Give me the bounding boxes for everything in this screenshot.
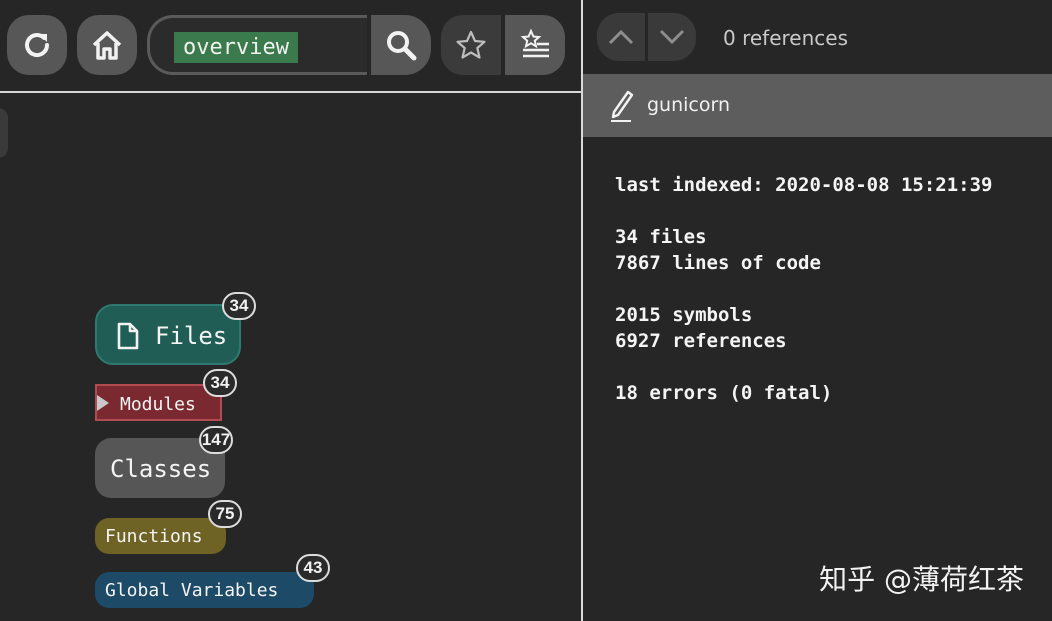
search-query: overview <box>174 32 298 63</box>
file-icon <box>117 322 139 350</box>
bookmark-button[interactable] <box>441 15 501 75</box>
tag-label: Files <box>155 322 228 350</box>
search-box: overview <box>147 15 431 75</box>
starred-list-icon <box>520 28 549 58</box>
count-badge: 34 <box>203 369 237 397</box>
project-name: gunicorn <box>647 94 731 116</box>
search-icon <box>387 31 417 61</box>
previous-reference-button[interactable] <box>597 13 645 61</box>
tag-functions[interactable]: Functions 75 <box>95 500 242 554</box>
chevron-down-icon <box>659 29 685 45</box>
pencil-icon <box>611 90 634 122</box>
reference-count: 0 references <box>723 26 848 50</box>
right-pane: 0 references gunicorn last indexed: 2020… <box>583 0 1052 621</box>
tag-label: Modules <box>120 394 196 415</box>
side-panel-handle[interactable] <box>0 108 8 158</box>
lines-count-text: 7867 lines of code <box>615 252 821 274</box>
tag-classes[interactable]: Classes 147 <box>95 426 233 498</box>
references-count-text: 6927 references <box>615 330 787 352</box>
tag-global-variables[interactable]: Global Variables 43 <box>95 554 330 608</box>
left-pane: overview Files 34 Modules 34 Classes 147… <box>0 0 581 621</box>
tag-modules[interactable]: Modules 34 <box>95 369 237 421</box>
toolbar-divider <box>0 91 581 93</box>
count-badge: 147 <box>199 426 233 454</box>
watermark: 知乎 @薄荷红茶 <box>819 563 1024 596</box>
project-header: gunicorn <box>583 74 1052 137</box>
tag-files[interactable]: Files 34 <box>95 292 256 365</box>
tag-label: Classes <box>110 455 212 483</box>
expand-arrow-icon[interactable] <box>97 395 109 411</box>
search-input[interactable]: overview <box>147 15 367 75</box>
refresh-button[interactable] <box>7 15 67 75</box>
star-icon <box>456 30 486 59</box>
last-indexed-text: last indexed: 2020-08-08 15:21:39 <box>615 174 993 196</box>
errors-count-text: 18 errors (0 fatal) <box>615 382 833 404</box>
count-badge: 75 <box>208 500 242 528</box>
files-count-text: 34 files <box>615 226 707 248</box>
next-reference-button[interactable] <box>648 13 696 61</box>
toolbar: overview <box>0 0 581 93</box>
symbols-count-text: 2015 symbols <box>615 304 753 326</box>
refresh-icon <box>25 33 50 58</box>
home-icon <box>92 31 122 60</box>
tag-label: Global Variables <box>105 580 279 601</box>
count-badge: 43 <box>296 554 330 582</box>
search-button[interactable] <box>371 15 431 75</box>
bookmarks-list-button[interactable] <box>505 15 565 75</box>
home-button[interactable] <box>77 15 137 75</box>
chevron-up-icon <box>608 29 634 45</box>
index-stats: last indexed: 2020-08-08 15:21:39 34 fil… <box>615 172 993 406</box>
tag-label: Functions <box>105 526 203 547</box>
count-badge: 34 <box>222 292 256 320</box>
